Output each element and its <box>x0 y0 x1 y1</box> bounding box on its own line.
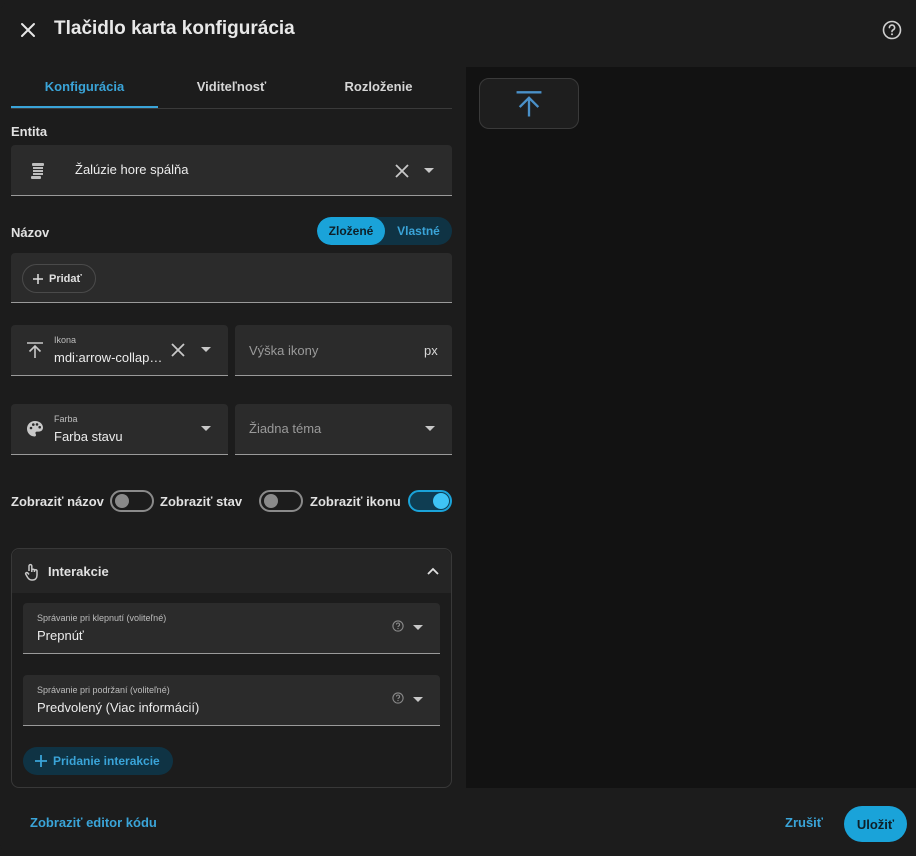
arrow-collapse-up-icon <box>516 90 542 116</box>
color-field-value: Farba stavu <box>54 429 123 444</box>
toggle-knob <box>433 493 449 509</box>
help-icon <box>392 692 404 704</box>
color-field-label: Farba <box>54 414 78 424</box>
add-name-chip[interactable]: Pridať <box>22 264 96 293</box>
show-icon-toggle[interactable] <box>408 490 452 512</box>
caret-down-icon <box>201 426 211 431</box>
icon-picker[interactable]: Ikona mdi:arrow-collapse-up <box>11 325 228 376</box>
entity-picker[interactable]: Žalúzie hore spálňa <box>11 145 452 196</box>
name-mode-segment: Zložené Vlastné <box>317 217 452 245</box>
card-config-dialog: Tlačidlo karta konfigurácia Konfigurácia… <box>0 0 916 856</box>
tap-action-label: Správanie pri klepnutí (voliteľné) <box>37 613 167 623</box>
show-name-toggle[interactable] <box>110 490 154 512</box>
help-button[interactable] <box>880 18 904 42</box>
caret-down-icon <box>413 697 423 702</box>
show-state-toggle[interactable] <box>259 490 303 512</box>
hold-action-help-button[interactable] <box>391 691 405 705</box>
dialog-title: Tlačidlo karta konfigurácia <box>54 18 295 39</box>
tap-action-dropdown-toggle[interactable] <box>411 621 425 635</box>
hold-action-dropdown-toggle[interactable] <box>411 693 425 707</box>
theme-select[interactable]: Žiadna téma <box>235 404 452 455</box>
tap-action-select[interactable]: Správanie pri klepnutí (voliteľné) Prepn… <box>23 603 440 654</box>
hold-action-value: Predvolený (Viac informácií) <box>37 700 200 715</box>
icon-height-suffix: px <box>424 343 438 358</box>
interactions-header[interactable]: Interakcie <box>12 549 451 593</box>
toggle-knob <box>115 494 129 508</box>
color-picker[interactable]: Farba Farba stavu <box>11 404 228 455</box>
icon-field-value: mdi:arrow-collapse-up <box>54 350 165 365</box>
entity-section-label: Entita <box>11 124 48 139</box>
icon-dropdown-toggle[interactable] <box>198 342 214 358</box>
help-icon <box>882 20 902 40</box>
show-state-label: Zobraziť stav <box>160 494 243 509</box>
save-button[interactable]: Uložiť <box>844 806 907 842</box>
segment-custom[interactable]: Vlastné <box>385 217 452 245</box>
add-interaction-button[interactable]: Pridanie interakcie <box>23 747 173 775</box>
show-name-label: Zobraziť názov <box>11 494 104 509</box>
clear-entity-button[interactable] <box>392 161 412 181</box>
hold-action-select[interactable]: Správanie pri podržaní (voliteľné) Predv… <box>23 675 440 726</box>
icon-field-label: Ikona <box>54 335 77 345</box>
interactions-title: Interakcie <box>48 564 109 579</box>
clear-icon <box>171 343 185 357</box>
theme-placeholder: Žiadna téma <box>249 421 322 436</box>
close-button[interactable] <box>14 16 42 44</box>
close-icon <box>21 23 35 37</box>
tab-visibility[interactable]: Viditeľnosť <box>158 68 305 108</box>
tap-action-help-button[interactable] <box>391 619 405 633</box>
show-code-editor-button[interactable]: Zobraziť editor kódu <box>30 815 157 830</box>
plus-icon <box>35 755 47 767</box>
gesture-tap-icon <box>23 562 41 582</box>
palette-icon <box>24 418 46 440</box>
clear-icon-button[interactable] <box>169 341 187 359</box>
caret-down-icon <box>201 347 211 352</box>
caret-down-icon <box>413 625 423 630</box>
plus-icon <box>33 273 43 284</box>
help-icon <box>392 620 404 632</box>
tab-layout[interactable]: Rozloženie <box>305 68 452 108</box>
hold-action-label: Správanie pri podržaní (voliteľné) <box>37 685 170 695</box>
blinds-icon <box>27 160 49 182</box>
cancel-button[interactable]: Zrušiť <box>785 815 823 830</box>
caret-down-icon <box>424 168 434 173</box>
clear-icon <box>395 164 409 178</box>
preview-button-card[interactable] <box>479 78 579 129</box>
segment-composed[interactable]: Zložené <box>317 217 385 245</box>
add-name-label: Pridať <box>49 272 82 285</box>
entity-dropdown-toggle[interactable] <box>421 163 437 179</box>
theme-dropdown-toggle[interactable] <box>422 421 438 437</box>
arrow-collapse-up-icon <box>24 339 46 361</box>
toggle-knob <box>264 494 278 508</box>
card-preview-area <box>466 67 916 788</box>
color-dropdown-toggle[interactable] <box>198 421 214 437</box>
icon-height-placeholder: Výška ikony <box>249 343 319 358</box>
tab-configuration[interactable]: Konfigurácia <box>11 68 158 108</box>
tap-action-value: Prepnúť <box>37 628 84 643</box>
icon-height-field[interactable]: Výška ikony px <box>235 325 452 376</box>
caret-down-icon <box>425 426 435 431</box>
collapse-button[interactable] <box>425 564 441 578</box>
add-interaction-label: Pridanie interakcie <box>53 754 160 768</box>
chevron-up-icon <box>427 567 439 575</box>
show-icon-label: Zobraziť ikonu <box>310 494 401 509</box>
name-section-label: Názov <box>11 225 50 240</box>
entity-value: Žalúzie hore spálňa <box>75 162 189 177</box>
tab-bar: Konfigurácia Viditeľnosť Rozloženie <box>11 68 452 109</box>
